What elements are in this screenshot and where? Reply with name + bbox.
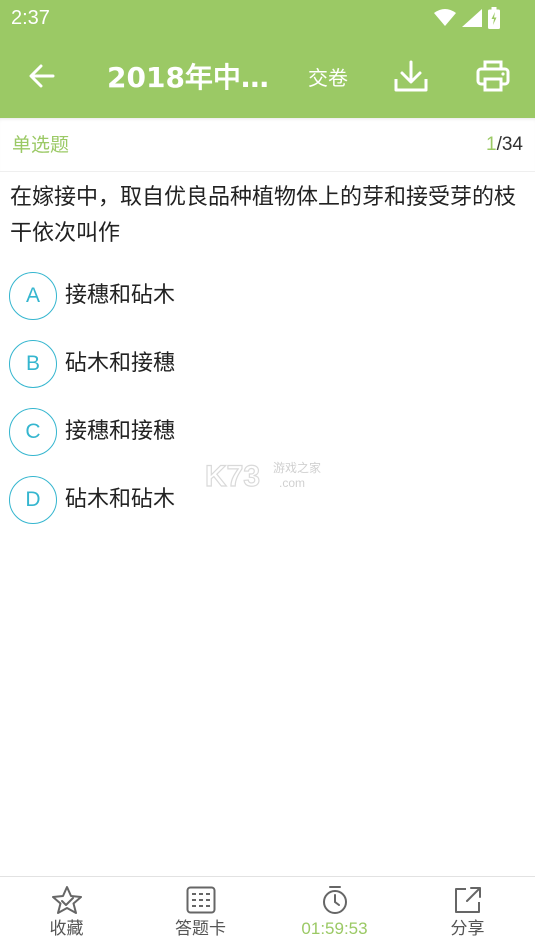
option-text: 砧木和砧木 [65,487,176,512]
battery-icon [488,7,500,29]
progress-current: 1 [486,134,497,155]
watermark-text: K73 [205,460,260,492]
nav-label: 答题卡 [175,919,226,939]
arrow-left-icon [29,64,55,92]
nav-label: 分享 [450,919,485,939]
submit-button[interactable]: 交卷 [308,62,348,94]
nav-share[interactable]: 分享 [401,877,534,951]
nav-label: 收藏 [49,919,84,939]
option-letter: B [9,340,57,388]
printer-icon [476,60,510,96]
print-button[interactable] [472,58,514,98]
wifi-icon [434,9,456,27]
download-icon [394,60,428,96]
nav-answer-card[interactable]: 答题卡 [134,877,267,951]
status-time: 2:37 [11,7,50,29]
option-a[interactable]: A 接穗和砧木 [9,272,509,320]
question-type-label: 单选题 [12,134,70,156]
top-bar: 2:37 2018年中… 交卷 [0,0,535,118]
question-meta-row: 单选题 1/34 [0,118,535,172]
status-icons [434,5,500,31]
question-text: 在嫁接中，取自优良品种植物体上的芽和接受芽的枝干依次叫作 [10,185,517,246]
page-title: 2018年中… [107,61,269,94]
option-b[interactable]: B 砧木和接穗 [9,340,509,388]
option-letter: C [9,408,57,456]
nav-timer[interactable]: 01:59:53 [268,877,401,951]
question-progress: 1/34 [486,132,523,158]
watermark-logo: K73 游戏之家 .com [204,458,335,493]
nav-favorite[interactable]: 收藏 [0,877,133,951]
option-c[interactable]: C 接穗和接穗 [9,408,509,456]
option-letter: D [9,476,57,524]
option-letter: A [9,272,57,320]
timer-value: 01:59:53 [301,919,368,938]
download-button[interactable] [390,58,432,98]
back-button[interactable] [22,58,62,98]
watermark-subtext: 游戏之家 [273,460,321,475]
option-text: 砧木和接穗 [65,351,176,376]
bottom-nav: 收藏 答题卡 01:59:53 分享 [0,876,535,951]
option-text: 接穗和接穗 [65,419,176,444]
progress-total: /34 [496,134,523,155]
watermark-domain: .com [279,476,305,490]
option-text: 接穗和砧木 [65,283,176,308]
stopwatch-icon [320,885,350,915]
star-check-icon [51,885,83,915]
answer-card-icon [186,885,216,915]
signal-icon [462,9,482,27]
share-icon [453,885,483,915]
